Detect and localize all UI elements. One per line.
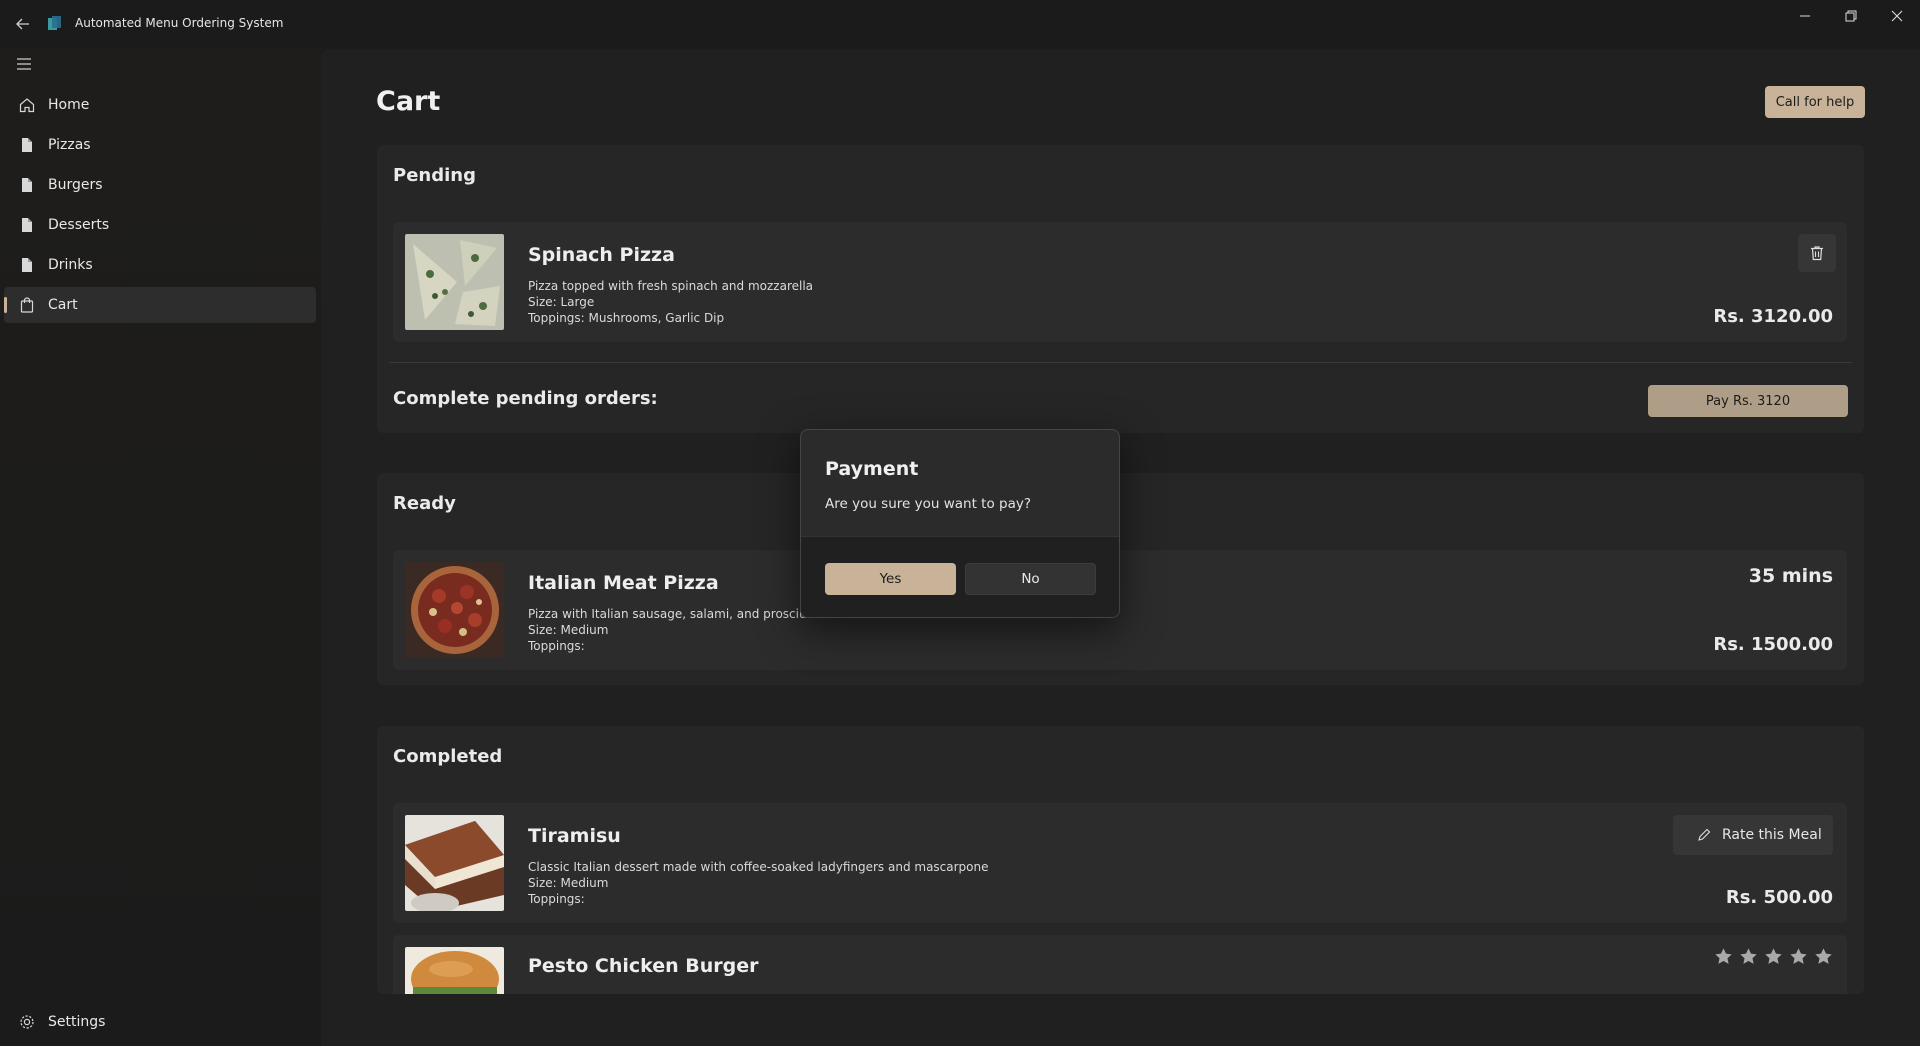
- sidebar-item-cart[interactable]: Cart: [4, 287, 316, 323]
- section-title: Completed: [393, 746, 503, 767]
- restore-button[interactable]: [1828, 0, 1874, 32]
- item-description: Pizza with Italian sausage, salami, and …: [528, 607, 824, 621]
- minimize-icon: [1800, 15, 1810, 17]
- item-name: Pesto Chicken Burger: [528, 955, 759, 977]
- item-description: Classic Italian dessert made with coffee…: [528, 860, 989, 874]
- item-price: Rs. 3120.00: [1713, 306, 1833, 327]
- item-toppings: Toppings:: [528, 892, 585, 906]
- divider: [389, 362, 1852, 363]
- document-icon: [18, 216, 36, 234]
- sidebar-item-label: Cart: [48, 297, 78, 313]
- delete-button[interactable]: [1798, 234, 1836, 272]
- item-name: Tiramisu: [528, 825, 621, 847]
- minimize-button[interactable]: [1782, 0, 1828, 32]
- item-name: Spinach Pizza: [528, 244, 675, 266]
- settings-label: Settings: [48, 1014, 106, 1030]
- shopping-bag-icon: [18, 296, 36, 314]
- sidebar-item-home[interactable]: Home: [4, 87, 316, 123]
- item-size: Size: Large: [528, 295, 595, 309]
- document-icon: [18, 136, 36, 154]
- section-title: Pending: [393, 165, 476, 186]
- hamburger-menu-icon[interactable]: [14, 54, 34, 74]
- item-size: Size: Medium: [528, 876, 609, 890]
- call-for-help-button[interactable]: Call for help: [1765, 86, 1865, 118]
- item-price: Rs. 1500.00: [1713, 634, 1833, 655]
- close-button[interactable]: [1874, 0, 1920, 32]
- close-icon: [1891, 10, 1903, 22]
- restore-icon: [1845, 10, 1857, 22]
- prep-time: 35 mins: [1748, 565, 1833, 587]
- sidebar-item-label: Pizzas: [48, 137, 91, 153]
- star-icon[interactable]: [1814, 947, 1833, 966]
- app-title: Automated Menu Ordering System: [75, 16, 284, 30]
- rate-meal-button[interactable]: Rate this Meal: [1673, 815, 1833, 855]
- section-title: Ready: [393, 493, 456, 514]
- star-icon[interactable]: [1764, 947, 1783, 966]
- star-icon[interactable]: [1714, 947, 1733, 966]
- pay-button[interactable]: Pay Rs. 3120: [1648, 385, 1848, 417]
- star-icon[interactable]: [1789, 947, 1808, 966]
- page-title: Cart: [376, 86, 441, 117]
- sidebar-item-label: Desserts: [48, 217, 110, 233]
- cart-item-card: Spinach Pizza Pizza topped with fresh sp…: [393, 222, 1847, 342]
- document-icon: [18, 256, 36, 274]
- pending-section: Pending Spinach Pizza Pizza topped with …: [377, 145, 1864, 433]
- payment-dialog: Payment Are you sure you want to pay? Ye…: [800, 429, 1120, 618]
- spinach-pizza-image: [405, 234, 504, 330]
- item-price: Rs. 500.00: [1725, 887, 1833, 908]
- item-toppings: Toppings: Mushrooms, Garlic Dip: [528, 311, 725, 325]
- dialog-footer: Yes No: [801, 536, 1119, 617]
- sidebar-item-pizzas[interactable]: Pizzas: [4, 127, 316, 163]
- document-icon: [18, 176, 36, 194]
- cart-item-card: Pesto Chicken Burger: [393, 935, 1847, 994]
- dialog-title: Payment: [825, 458, 919, 480]
- sidebar-item-label: Burgers: [48, 177, 103, 193]
- completed-section: Completed Tiramisu Classic Italian desse…: [377, 726, 1864, 994]
- item-description: Pizza topped with fresh spinach and mozz…: [528, 279, 814, 293]
- cart-item-card: Italian Meat Pizza Pizza with Italian sa…: [393, 550, 1847, 670]
- title-bar: Automated Menu Ordering System: [0, 0, 1920, 48]
- app-logo-icon: [48, 16, 62, 31]
- sidebar-item-label: Home: [48, 97, 90, 113]
- sidebar-item-label: Drinks: [48, 257, 93, 273]
- trash-icon: [1811, 246, 1823, 261]
- star-rating[interactable]: [1714, 947, 1833, 966]
- back-arrow-icon[interactable]: [13, 14, 33, 34]
- ready-section: Ready Italian Meat Pizza Pizza with Ital…: [377, 473, 1864, 685]
- tiramisu-image: [405, 815, 504, 911]
- italian-meat-pizza-image: [405, 562, 504, 658]
- item-name: Italian Meat Pizza: [528, 572, 719, 594]
- complete-pending-label: Complete pending orders:: [393, 388, 658, 409]
- sidebar-item-burgers[interactable]: Burgers: [4, 167, 316, 203]
- pesto-chicken-burger-image: [405, 947, 504, 994]
- yes-button[interactable]: Yes: [825, 563, 956, 595]
- home-icon: [18, 96, 36, 114]
- no-button[interactable]: No: [965, 563, 1096, 595]
- item-size: Size: Medium: [528, 623, 609, 637]
- cart-item-card: Tiramisu Classic Italian dessert made wi…: [393, 803, 1847, 923]
- sidebar-item-settings[interactable]: Settings: [4, 1004, 316, 1040]
- sidebar-item-desserts[interactable]: Desserts: [4, 207, 316, 243]
- rate-meal-label: Rate this Meal: [1722, 827, 1822, 843]
- dialog-message: Are you sure you want to pay?: [825, 496, 1032, 512]
- item-toppings: Toppings:: [528, 639, 585, 653]
- gear-icon: [18, 1013, 36, 1031]
- pencil-icon: [1696, 827, 1712, 843]
- star-icon[interactable]: [1739, 947, 1758, 966]
- sidebar-item-drinks[interactable]: Drinks: [4, 247, 316, 283]
